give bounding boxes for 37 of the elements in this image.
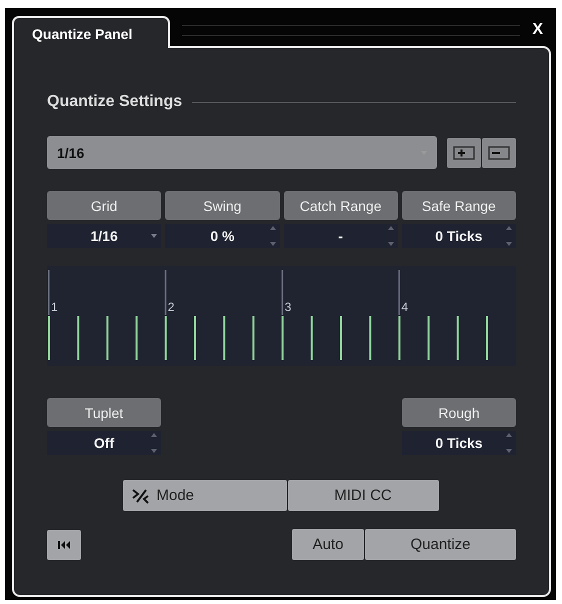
skip-back-icon: [57, 540, 71, 548]
add-icon: [453, 146, 475, 160]
value-field[interactable]: 0 %: [165, 224, 280, 248]
parameter-label[interactable]: Swing: [165, 191, 280, 220]
section-title: Quantize Settings: [47, 93, 182, 111]
preset-dropdown[interactable]: 1/16: [47, 136, 437, 169]
dropdown-arrow-icon: [151, 234, 158, 238]
value-field[interactable]: 0 Ticks: [402, 224, 516, 248]
spinner-arrows-icon: [506, 226, 512, 246]
parameter-label[interactable]: Catch Range: [284, 191, 398, 220]
parameter-label[interactable]: Tuplet: [47, 398, 161, 427]
value-field[interactable]: 0 Ticks: [402, 431, 516, 455]
remove-preset-button[interactable]: [482, 138, 516, 168]
skip-back-button[interactable]: [47, 530, 81, 560]
close-button[interactable]: X: [532, 21, 551, 39]
panel-tab[interactable]: Quantize Panel: [12, 16, 170, 48]
remove-icon: [488, 146, 510, 160]
spinner-arrows-icon: [506, 433, 512, 453]
spinner-arrows-icon: [270, 226, 276, 246]
beat-number: 2: [168, 300, 174, 314]
value-field[interactable]: 1/16: [47, 224, 162, 248]
value-field[interactable]: -: [284, 224, 398, 248]
spinner-arrows-icon: [151, 433, 157, 453]
mode-button[interactable]: MIDI CC: [288, 480, 438, 511]
parameter-label[interactable]: Safe Range: [402, 191, 516, 220]
value-field[interactable]: Off: [47, 431, 161, 455]
beat-number: 4: [401, 300, 408, 314]
mode-button[interactable]: Mode: [122, 480, 286, 511]
beat-number: 1: [51, 300, 58, 314]
ratio-icon: [130, 488, 148, 504]
add-preset-button[interactable]: [447, 138, 481, 168]
spinner-arrows-icon: [388, 226, 394, 246]
action-button[interactable]: Auto: [292, 529, 364, 560]
parameter-label[interactable]: Grid: [47, 191, 162, 220]
beat-number: 3: [284, 300, 292, 314]
action-button[interactable]: Quantize: [365, 529, 516, 560]
parameter-label[interactable]: Rough: [402, 398, 516, 427]
